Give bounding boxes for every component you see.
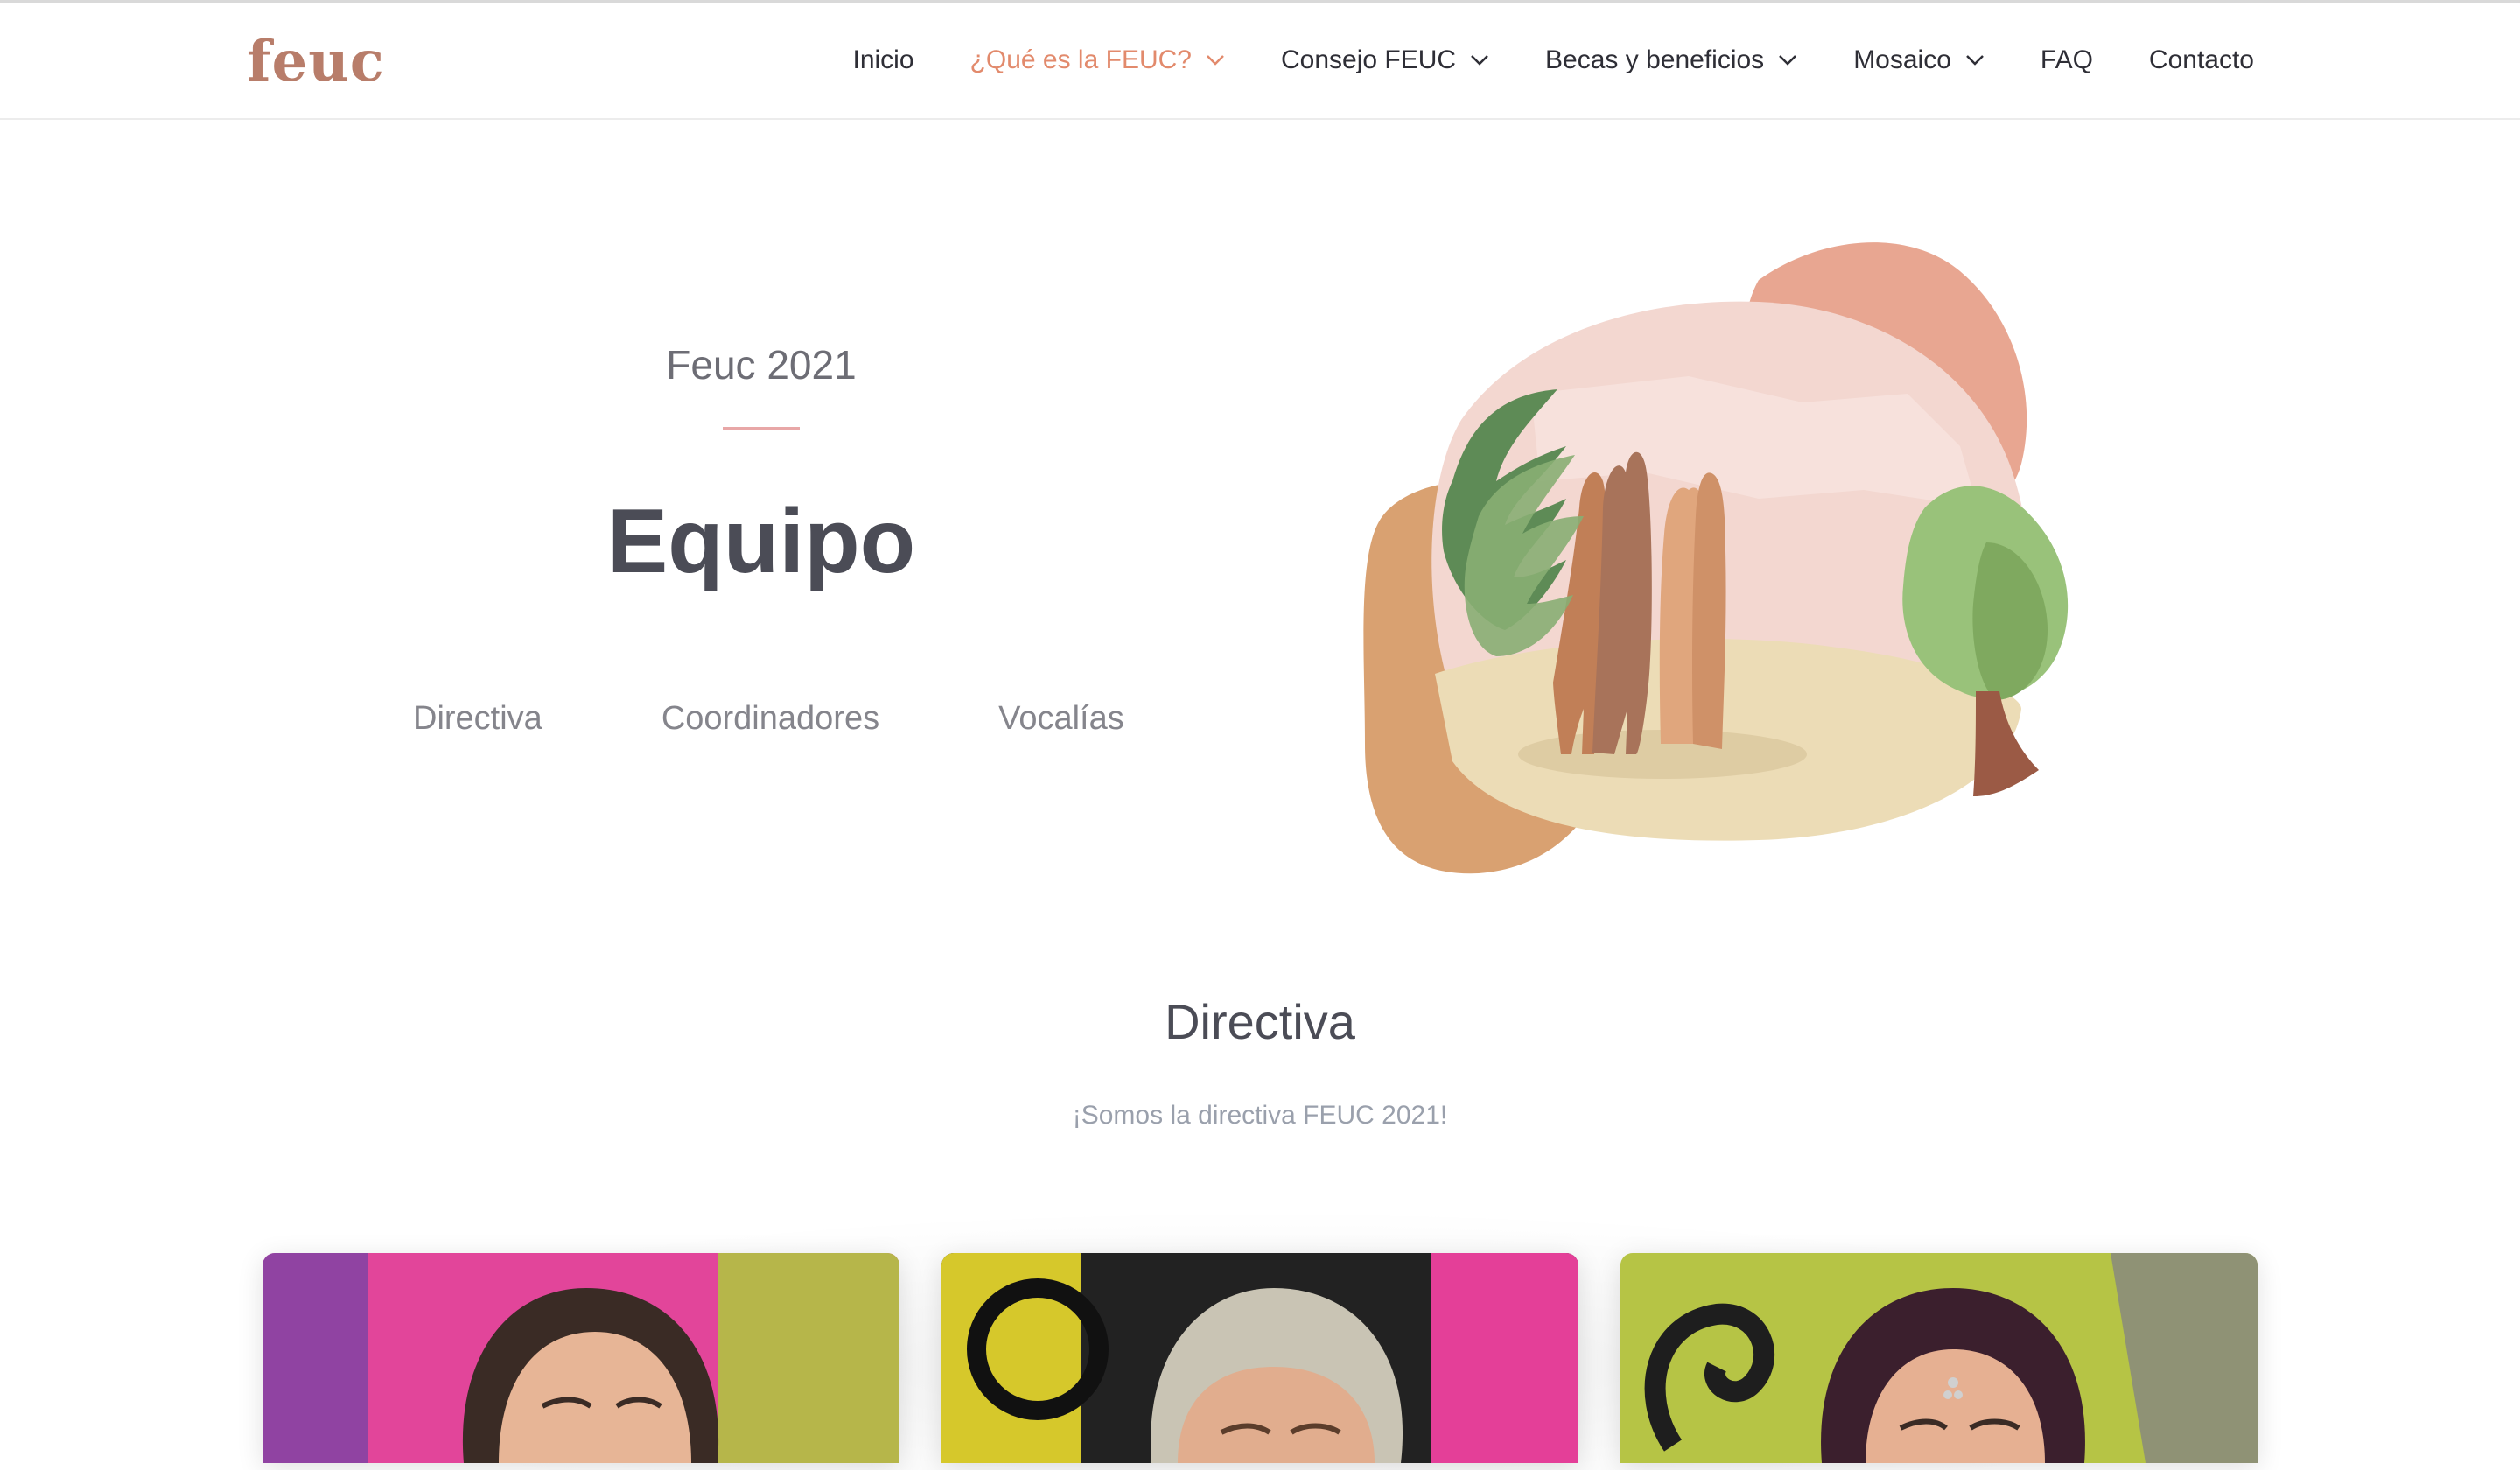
eyebrow-divider: [723, 427, 800, 430]
nav-mosaico[interactable]: Mosaico: [1853, 46, 1984, 75]
chevron-down-icon: [1470, 54, 1489, 66]
team-member-card[interactable]: [262, 1253, 900, 1463]
nav-becas-y-beneficios[interactable]: Becas y beneficios: [1545, 46, 1797, 75]
chevron-down-icon: [1778, 54, 1797, 66]
nav-consejo-feuc[interactable]: Consejo FEUC: [1281, 46, 1489, 75]
page-title: Equipo: [606, 491, 916, 592]
section-title: Directiva: [1165, 994, 1355, 1049]
tab-coordinadores[interactable]: Coordinadores: [662, 700, 879, 738]
top-navigation: feuc Inicio ¿Qué es la FEUC? Consejo FEU…: [0, 3, 2520, 120]
nav-consejo-label: Consejo FEUC: [1280, 46, 1457, 74]
nav-que-es-la-feuc[interactable]: ¿Qué es la FEUC?: [970, 46, 1225, 75]
chevron-down-icon: [1965, 54, 1984, 66]
hero-eyebrow: Feuc 2021: [666, 342, 857, 388]
main-menu: Inicio ¿Qué es la FEUC? Consejo FEUC Bec…: [797, 3, 2255, 118]
member-photo: [942, 1253, 1578, 1463]
nav-que-es-label: ¿Qué es la FEUC?: [970, 46, 1192, 74]
feuc-logo[interactable]: feuc: [247, 29, 385, 94]
team-tabs: Directiva Coordinadores Vocalías: [413, 700, 1124, 738]
nav-inicio[interactable]: Inicio: [853, 46, 914, 75]
nav-faq-label: FAQ: [2040, 46, 2093, 74]
team-member-card[interactable]: [1620, 1253, 2258, 1463]
team-member-card[interactable]: [942, 1253, 1578, 1463]
team-people-illustration: [1348, 219, 2170, 884]
tab-vocalias[interactable]: Vocalías: [998, 700, 1124, 738]
nav-becas-label: Becas y beneficios: [1545, 46, 1765, 74]
nav-contacto[interactable]: Contacto: [2149, 46, 2254, 75]
section-subtitle: ¡Somos la directiva FEUC 2021!: [1072, 1101, 1448, 1130]
tab-directiva[interactable]: Directiva: [413, 700, 542, 738]
member-photo: [262, 1253, 900, 1463]
nav-contacto-label: Contacto: [2148, 46, 2254, 74]
chevron-down-icon: [1206, 54, 1225, 66]
member-photo: [1620, 1253, 2258, 1463]
nav-inicio-label: Inicio: [852, 46, 914, 74]
nav-mosaico-label: Mosaico: [1853, 46, 1951, 74]
nav-faq[interactable]: FAQ: [2040, 46, 2093, 75]
